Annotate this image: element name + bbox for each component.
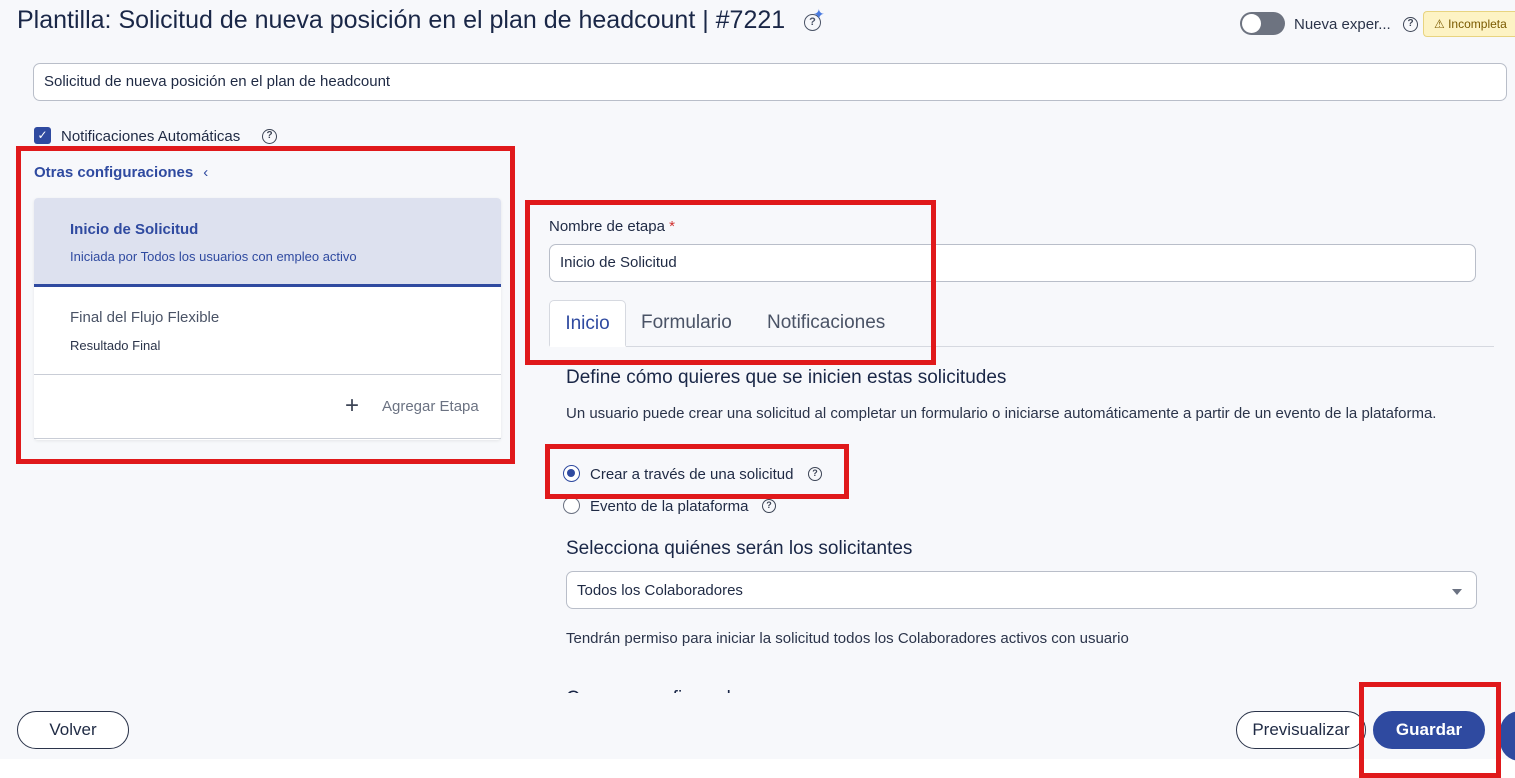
bottom-strip bbox=[0, 759, 1515, 778]
requesters-select-value: Todos los Colaboradores bbox=[577, 582, 743, 599]
annotation-box-left-panel bbox=[16, 146, 515, 464]
requesters-select[interactable]: Todos los Colaboradores bbox=[566, 571, 1477, 609]
page-title: Plantilla: Solicitud de nueva posición e… bbox=[17, 6, 786, 34]
toggle-knob bbox=[1242, 14, 1261, 33]
sparkle-icon[interactable]: ✦ bbox=[813, 6, 825, 23]
annotation-box-radio bbox=[545, 444, 849, 499]
requesters-note: Tendrán permiso para iniciar la solicitu… bbox=[566, 630, 1129, 647]
start-section-title: Define cómo quieres que se inicien estas… bbox=[566, 367, 1007, 388]
auto-notifications-label: Notificaciones Automáticas bbox=[61, 128, 241, 145]
preview-button[interactable]: Previsualizar bbox=[1236, 711, 1366, 749]
new-experience-label: Nueva exper... bbox=[1294, 16, 1391, 33]
template-name-field[interactable] bbox=[33, 63, 1507, 101]
auto-notifications-checkbox[interactable]: ✓ bbox=[34, 127, 51, 144]
next-section-title: Campos configurados bbox=[566, 686, 766, 693]
caret-down-icon bbox=[1452, 589, 1462, 595]
status-badge: ⚠ Incompleta bbox=[1423, 11, 1515, 37]
help-icon[interactable]: ? bbox=[262, 129, 277, 144]
help-icon[interactable]: ? bbox=[762, 499, 776, 513]
radio-platform-event-label[interactable]: Evento de la plataforma bbox=[590, 498, 748, 515]
radio-platform-event[interactable] bbox=[563, 497, 580, 514]
back-button[interactable]: Volver bbox=[17, 711, 129, 749]
annotation-box-stage-name bbox=[525, 200, 936, 365]
start-section-description: Un usuario puede crear una solicitud al … bbox=[566, 405, 1437, 422]
help-icon[interactable]: ? bbox=[1403, 17, 1418, 32]
template-name-input[interactable] bbox=[44, 73, 474, 90]
new-experience-toggle[interactable] bbox=[1240, 12, 1285, 35]
annotation-box-save bbox=[1359, 682, 1501, 778]
requesters-section-title: Selecciona quiénes serán los solicitante… bbox=[566, 538, 913, 559]
